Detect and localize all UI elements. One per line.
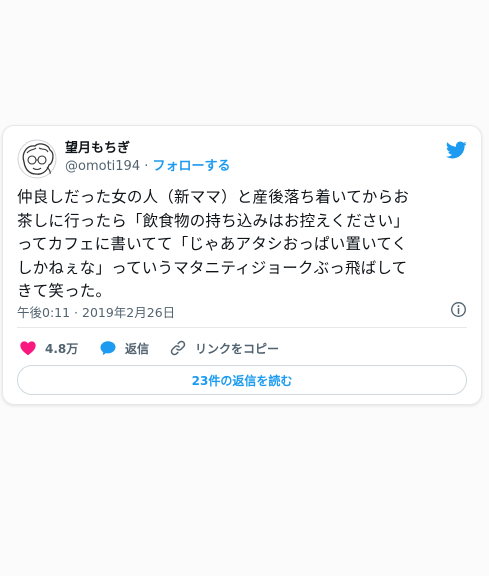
twitter-bird-icon[interactable]	[445, 139, 467, 161]
copy-link-button[interactable]: リンクをコピー	[169, 338, 279, 358]
heart-icon	[20, 341, 36, 356]
copy-link-label: リンクをコピー	[195, 341, 280, 356]
like-count: 4.8万	[45, 341, 79, 356]
tweet-card: 望月もちぎ @omoti194 · フォローする 仲良しだった女の人（新ママ）と…	[2, 125, 482, 405]
reply-button[interactable]: 返信	[99, 338, 149, 358]
reply-bubble-icon	[100, 341, 116, 356]
tweet-header: 望月もちぎ @omoti194 · フォローする	[17, 139, 467, 179]
author-names: 望月もちぎ @omoti194 · フォローする	[65, 140, 231, 176]
tweet-timestamp[interactable]: 午後0:11 · 2019年2月26日	[17, 302, 175, 321]
tweet-text: 仲良しだった女の人（新ママ）と産後落ち着いてからお 茶しに行ったら「飲食物の持ち…	[17, 188, 410, 300]
separator: ·	[140, 159, 153, 174]
info-icon[interactable]	[450, 301, 467, 318]
read-replies-button[interactable]: 23件の返信を読む	[17, 365, 467, 395]
follow-button[interactable]: フォローする	[153, 159, 231, 174]
display-name[interactable]: 望月もちぎ	[65, 140, 231, 158]
reply-label: 返信	[125, 341, 150, 356]
avatar[interactable]	[17, 139, 57, 179]
link-icon	[170, 340, 186, 356]
handle[interactable]: @omoti194	[65, 159, 140, 174]
divider	[17, 327, 467, 328]
author-subline: @omoti194 · フォローする	[65, 158, 231, 176]
avatar-illustration	[17, 139, 57, 179]
like-button[interactable]: 4.8万	[19, 338, 78, 358]
